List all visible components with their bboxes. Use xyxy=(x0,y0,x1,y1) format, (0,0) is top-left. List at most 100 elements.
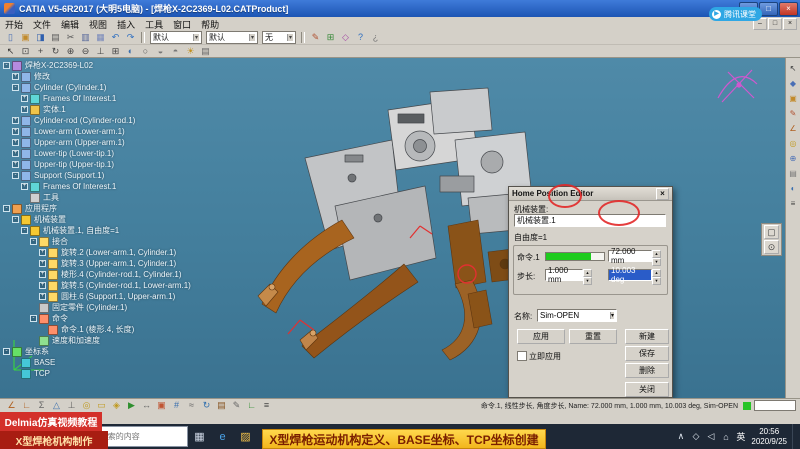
multi-view-icon[interactable]: ⊞ xyxy=(109,45,122,57)
home-name-combo[interactable]: ▾ xyxy=(537,309,617,322)
compass-tool-icon[interactable]: ◇ xyxy=(339,32,352,44)
collapse-icon[interactable]: - xyxy=(12,172,19,179)
wireframe-view-icon[interactable]: ○ xyxy=(139,45,152,57)
expand-icon[interactable]: + xyxy=(21,106,28,113)
ime-indicator[interactable]: 英 xyxy=(735,430,746,443)
graphic-style-combo[interactable]: 默认 ▾ xyxy=(150,31,202,44)
measure-item-icon[interactable]: ∟ xyxy=(20,400,33,412)
help-icon[interactable]: ? xyxy=(354,32,367,44)
measure-inertia-icon[interactable]: Σ xyxy=(35,400,48,412)
tree-item[interactable]: + Upper-arm (Upper-arm.1) xyxy=(3,137,191,148)
command-icon[interactable]: ▣ xyxy=(155,400,168,412)
expand-icon[interactable]: + xyxy=(12,128,19,135)
copy-icon[interactable]: ▥ xyxy=(79,32,92,44)
tree-item[interactable]: + Upper-tip (Upper-tip.1) xyxy=(3,159,191,170)
redo-icon[interactable]: ↷ xyxy=(124,32,137,44)
tree-item[interactable]: - 焊枪X-2C2369-L02 xyxy=(3,60,191,71)
tree-item[interactable]: BASE xyxy=(3,357,191,368)
tree-item[interactable]: 命令.1 (棱形.4, 长度) xyxy=(3,324,191,335)
tree-item[interactable]: + 实体.1 xyxy=(3,104,191,115)
upper-electrode-arm[interactable] xyxy=(257,219,355,314)
expand-icon[interactable]: + xyxy=(39,282,46,289)
collapse-icon[interactable]: - xyxy=(12,84,19,91)
expand-icon[interactable]: + xyxy=(39,293,46,300)
magnifier-icon[interactable]: ⊙ xyxy=(764,240,779,254)
tree-item[interactable]: + Frames Of Interest.1 xyxy=(3,181,191,192)
expand-icon[interactable]: + xyxy=(39,271,46,278)
settings-icon[interactable]: ≡ xyxy=(787,197,799,209)
expand-icon[interactable]: + xyxy=(21,95,28,102)
new-button[interactable]: 新建 xyxy=(625,329,669,344)
linear-step-field[interactable]: 1.000 mm xyxy=(545,266,583,284)
layers-icon[interactable]: ▤ xyxy=(199,45,212,57)
collapse-icon[interactable]: - xyxy=(12,216,19,223)
tree-item[interactable]: - Cylinder (Cylinder.1) xyxy=(3,82,191,93)
open-folder-icon[interactable]: ▣ xyxy=(19,32,32,44)
expand-icon[interactable]: + xyxy=(12,161,19,168)
menu-item[interactable]: 帮助 xyxy=(196,18,224,31)
fit-all-icon[interactable]: ⊡ xyxy=(19,45,32,57)
rotate-view-icon[interactable]: ↻ xyxy=(49,45,62,57)
command-slider[interactable] xyxy=(545,252,605,261)
expand-icon[interactable]: + xyxy=(12,150,19,157)
menu-item[interactable]: 窗口 xyxy=(168,18,196,31)
render-style-icon[interactable]: ◐ xyxy=(787,182,799,194)
sun-light-icon[interactable]: ☀ xyxy=(184,45,197,57)
material-icon[interactable]: ▤ xyxy=(787,167,799,179)
graph-tree-icon[interactable]: ⊞ xyxy=(324,32,337,44)
compass-icon[interactable] xyxy=(717,69,758,103)
measure-between-icon[interactable]: ∠ xyxy=(5,400,18,412)
fix-part-icon[interactable]: ⊥ xyxy=(65,400,78,412)
part-design-icon[interactable]: ▣ xyxy=(787,92,799,104)
tree-item[interactable]: - 坐标系 xyxy=(3,346,191,357)
tree-item[interactable]: + 圆柱.6 (Support.1, Upper-arm.1) xyxy=(3,291,191,302)
expand-icon[interactable]: + xyxy=(12,117,19,124)
network-icon[interactable]: ⌂ xyxy=(720,432,731,442)
dialog-title-bar[interactable]: Home Position Editor × xyxy=(509,187,672,201)
axis-system-icon[interactable]: ∟ xyxy=(245,400,258,412)
tray-chevron-icon[interactable]: ∧ xyxy=(675,431,686,442)
constraint-icon[interactable]: △ xyxy=(50,400,63,412)
antivirus-icon[interactable]: ◇ xyxy=(690,431,701,442)
home-name-input[interactable] xyxy=(540,311,598,320)
expand-icon[interactable]: + xyxy=(12,139,19,146)
menu-item[interactable]: 插入 xyxy=(112,18,140,31)
annotation-icon[interactable]: ✎ xyxy=(230,400,243,412)
collapse-icon[interactable]: - xyxy=(3,348,10,355)
new-file-icon[interactable]: ▯ xyxy=(4,32,17,44)
mechanism-icon[interactable]: ◈ xyxy=(110,400,123,412)
menu-item[interactable]: 视图 xyxy=(84,18,112,31)
power-input-field[interactable] xyxy=(754,400,796,411)
sketcher-icon[interactable]: ✎ xyxy=(787,107,799,119)
lower-electrode-arm[interactable] xyxy=(299,263,419,359)
dof-icon[interactable]: ↔ xyxy=(140,400,153,412)
select-tool-icon[interactable]: ↖ xyxy=(787,62,799,74)
expand-icon[interactable]: + xyxy=(12,73,19,80)
close-button[interactable]: × xyxy=(779,1,798,16)
prismatic-joint-icon[interactable]: ▭ xyxy=(95,400,108,412)
show-desktop-button[interactable] xyxy=(792,424,798,449)
auto-apply-checkbox[interactable] xyxy=(517,351,527,361)
undo-icon[interactable]: ↶ xyxy=(109,32,122,44)
joint-tool-icon[interactable]: ◎ xyxy=(787,137,799,149)
measure-tool-icon[interactable]: ∠ xyxy=(787,122,799,134)
zoom-out-icon[interactable]: ⊖ xyxy=(79,45,92,57)
spin-down-icon[interactable]: ▼ xyxy=(652,258,661,266)
zoom-in-icon[interactable]: ⊕ xyxy=(64,45,77,57)
collapse-icon[interactable]: - xyxy=(3,205,10,212)
catalog-icon[interactable]: ▤ xyxy=(215,400,228,412)
save-button[interactable]: 保存 xyxy=(625,346,669,361)
simulation-play-icon[interactable]: ▶ xyxy=(125,400,138,412)
tree-item[interactable]: + 旋转.3 (Upper-arm.1, Cylinder.1) xyxy=(3,258,191,269)
paint-brush-icon[interactable]: ✎ xyxy=(309,32,322,44)
welding-gun-model[interactable] xyxy=(257,87,533,361)
spin-up-icon[interactable]: ▲ xyxy=(652,250,661,258)
options-icon[interactable]: ≡ xyxy=(260,400,273,412)
frames-icon[interactable]: # xyxy=(170,400,183,412)
edge-browser-icon[interactable]: e xyxy=(211,424,234,449)
expand-icon[interactable]: + xyxy=(39,249,46,256)
layer-combo[interactable]: 默认 ▾ xyxy=(206,31,258,44)
tree-item[interactable]: + 旋转.5 (Cylinder-rod.1, Lower-arm.1) xyxy=(3,280,191,291)
pan-icon[interactable]: + xyxy=(34,45,47,57)
tree-item[interactable]: - Support (Support.1) xyxy=(3,170,191,181)
